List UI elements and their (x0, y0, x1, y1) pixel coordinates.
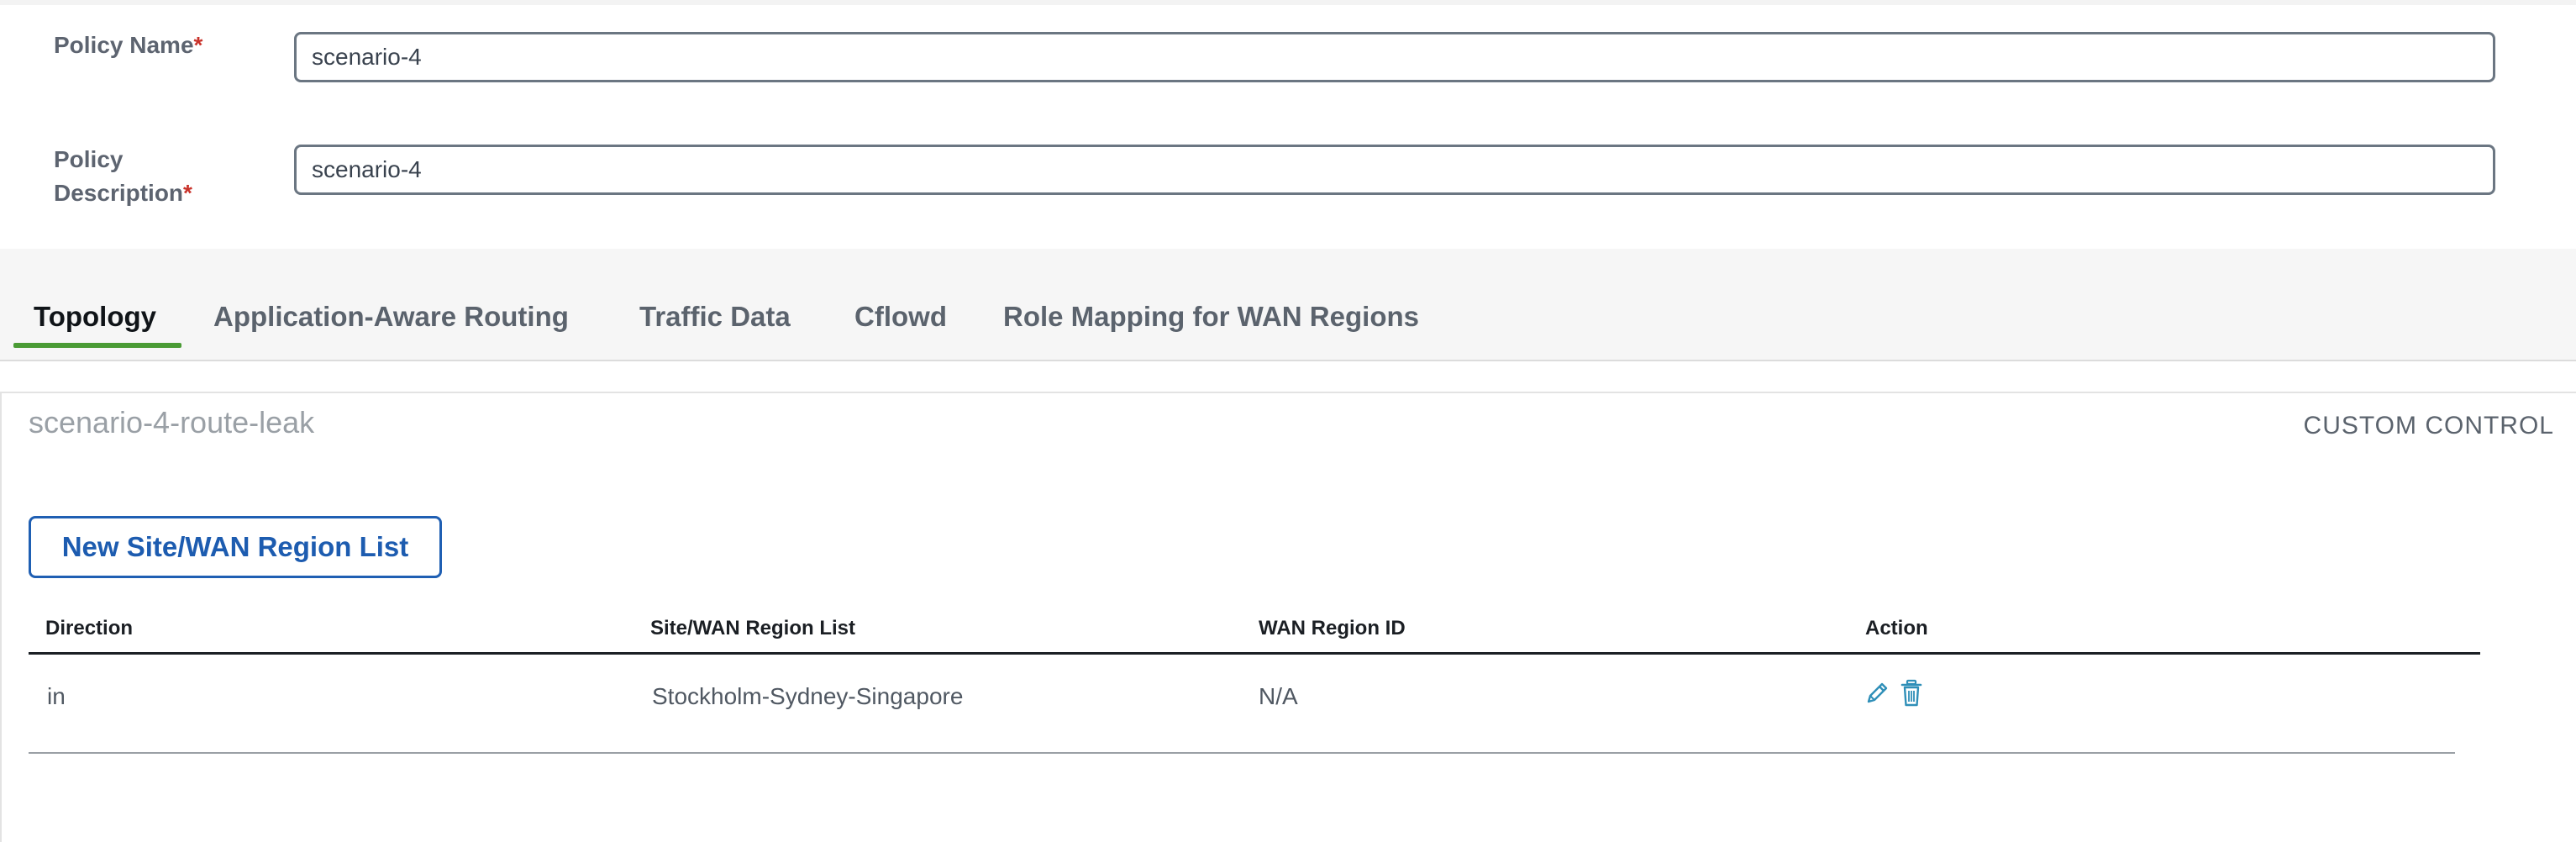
table-header: Direction Site/WAN Region List WAN Regio… (29, 612, 2480, 655)
column-header-action: Action (1865, 617, 1928, 639)
table-row: in Stockholm-Sydney-Singapore N/A (29, 655, 2455, 754)
tab-topology[interactable]: Topology (34, 301, 156, 333)
policy-name-label: Policy Name* (54, 32, 203, 58)
policy-description-label: Policy Description* (54, 146, 192, 206)
policy-name-input[interactable] (294, 32, 2495, 82)
cell-direction: in (47, 683, 66, 709)
cell-wan-region-id: N/A (1259, 683, 1298, 709)
column-header-site-wan-region-list: Site/WAN Region List (650, 617, 856, 639)
cell-site-wan-region-list: Stockholm-Sydney-Singapore (652, 683, 964, 709)
tab-role-mapping-wan-regions[interactable]: Role Mapping for WAN Regions (1003, 301, 1419, 333)
tab-cflowd[interactable]: Cflowd (854, 301, 947, 333)
column-header-wan-region-id: WAN Region ID (1259, 617, 1406, 639)
policy-description-input[interactable] (294, 145, 2495, 195)
topology-policy-panel: scenario-4-route-leak CUSTOM CONTROL New… (0, 392, 2576, 842)
active-tab-indicator (13, 343, 181, 348)
policy-title: scenario-4-route-leak (29, 405, 315, 439)
pencil-icon[interactable] (1864, 678, 1889, 708)
trash-icon[interactable] (1899, 678, 1924, 708)
tab-traffic-data[interactable]: Traffic Data (639, 301, 791, 333)
required-marker: * (183, 180, 192, 206)
required-marker: * (193, 32, 203, 58)
policy-type-label: CUSTOM CONTROL (2303, 412, 2554, 439)
new-site-wan-region-list-button[interactable]: New Site/WAN Region List (29, 516, 442, 578)
column-header-direction: Direction (45, 617, 134, 639)
policy-tabs: Topology Application-Aware Routing Traff… (0, 249, 2576, 361)
top-strip (0, 0, 2576, 5)
tab-application-aware-routing[interactable]: Application-Aware Routing (213, 301, 569, 333)
